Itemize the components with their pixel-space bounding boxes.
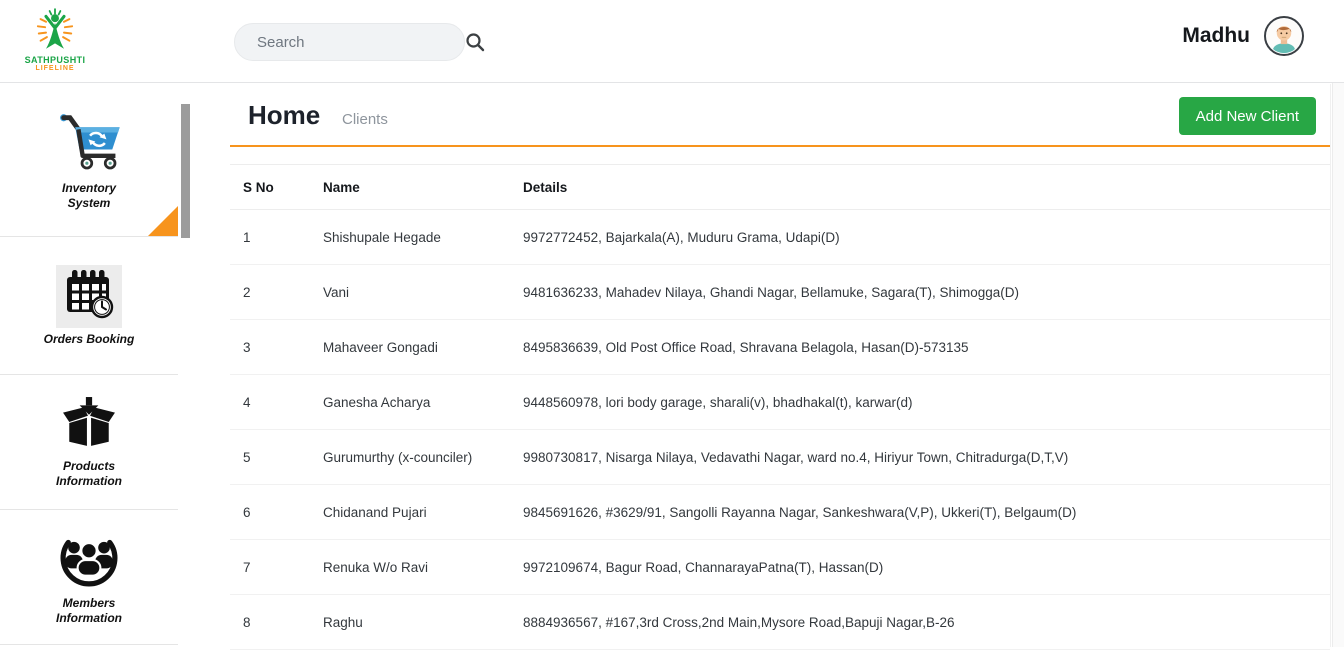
search-bar	[234, 23, 465, 61]
user-avatar[interactable]	[1264, 16, 1304, 56]
cell-sno: 1	[230, 210, 310, 265]
table-row[interactable]: 5 Gurumurthy (x-counciler) 9980730817, N…	[230, 430, 1330, 485]
cell-details: 9448560978, lori body garage, sharali(v)…	[510, 375, 1330, 430]
cell-name: Gurumurthy (x-counciler)	[310, 430, 510, 485]
cell-name: Chidanand Pujari	[310, 485, 510, 540]
cell-details: 8495836639, Old Post Office Road, Shrava…	[510, 320, 1330, 375]
cell-details: 9845691626, #3629/91, Sangolli Rayanna N…	[510, 485, 1330, 540]
cell-sno: 6	[230, 485, 310, 540]
cell-sno: 4	[230, 375, 310, 430]
top-bar: SATHPUSHTI LIFELINE Madhu	[0, 0, 1344, 83]
orders-calendar-icon	[56, 265, 122, 328]
cell-name: Renuka W/o Ravi	[310, 540, 510, 595]
sidebar-item-label: Members Information	[39, 596, 139, 626]
brand-tagline: LIFELINE	[20, 65, 90, 72]
table-header-row: S No Name Details	[230, 165, 1330, 210]
sidebar-item-orders-booking[interactable]: Orders Booking	[0, 237, 178, 375]
brand-logo[interactable]: SATHPUSHTI LIFELINE	[20, 6, 90, 72]
cell-sno: 2	[230, 265, 310, 320]
cell-details: 9972772452, Bajarkala(A), Muduru Grama, …	[510, 210, 1330, 265]
cell-details: 9972109674, Bagur Road, ChannarayaPatna(…	[510, 540, 1330, 595]
cell-sno: 7	[230, 540, 310, 595]
column-header-name: Name	[310, 165, 510, 210]
sidebar-item-members-information[interactable]: Members Information	[0, 510, 178, 645]
clients-table: S No Name Details 1 Shishupale Hegade 99…	[230, 164, 1330, 650]
sidebar-item-products-information[interactable]: Products Information	[0, 375, 178, 510]
table-row[interactable]: 7 Renuka W/o Ravi 9972109674, Bagur Road…	[230, 540, 1330, 595]
cell-sno: 5	[230, 430, 310, 485]
products-box-icon	[55, 396, 123, 455]
cell-name: Ganesha Acharya	[310, 375, 510, 430]
sathpushti-logo-icon	[28, 39, 82, 56]
column-header-details: Details	[510, 165, 1330, 210]
user-menu[interactable]: Madhu	[1182, 16, 1304, 56]
cell-details: 9980730817, Nisarga Nilaya, Vedavathi Na…	[510, 430, 1330, 485]
sidebar-item-inventory-system[interactable]: Inventory System	[0, 84, 178, 237]
brand-name: SATHPUSHTI	[20, 55, 90, 65]
content-header: Home Clients Add New Client	[230, 84, 1330, 147]
active-indicator-triangle	[148, 206, 178, 236]
sidebar-item-label: Products Information	[39, 459, 139, 489]
search-icon[interactable]	[464, 31, 486, 53]
members-people-icon	[56, 529, 122, 592]
add-new-client-button[interactable]: Add New Client	[1179, 97, 1316, 135]
cell-name: Raghu	[310, 595, 510, 650]
cell-sno: 8	[230, 595, 310, 650]
sidebar-item-label: Orders Booking	[39, 332, 139, 347]
sidebar-item-label: Inventory System	[39, 181, 139, 211]
main-content: Home Clients Add New Client S No Name De…	[230, 84, 1331, 647]
column-header-sno: S No	[230, 165, 310, 210]
cell-name: Mahaveer Gongadi	[310, 320, 510, 375]
table-row[interactable]: 3 Mahaveer Gongadi 8495836639, Old Post …	[230, 320, 1330, 375]
page-title: Home	[248, 100, 320, 131]
sidebar: Inventory System Orders Booking	[0, 84, 178, 647]
table-row[interactable]: 6 Chidanand Pujari 9845691626, #3629/91,…	[230, 485, 1330, 540]
cell-details: 9481636233, Mahadev Nilaya, Ghandi Nagar…	[510, 265, 1330, 320]
table-row[interactable]: 1 Shishupale Hegade 9972772452, Bajarkal…	[230, 210, 1330, 265]
cell-sno: 3	[230, 320, 310, 375]
sidebar-scrollbar-thumb[interactable]	[181, 104, 190, 238]
table-row[interactable]: 4 Ganesha Acharya 9448560978, lori body …	[230, 375, 1330, 430]
search-input[interactable]	[235, 34, 464, 51]
user-name: Madhu	[1182, 24, 1250, 48]
page-scrollbar[interactable]	[1332, 0, 1344, 647]
table-row[interactable]: 8 Raghu 8884936567, #167,3rd Cross,2nd M…	[230, 595, 1330, 650]
breadcrumb: Clients	[342, 111, 388, 128]
cell-details: 8884936567, #167,3rd Cross,2nd Main,Myso…	[510, 595, 1330, 650]
cell-name: Shishupale Hegade	[310, 210, 510, 265]
table-row[interactable]: 2 Vani 9481636233, Mahadev Nilaya, Ghand…	[230, 265, 1330, 320]
inventory-cart-icon	[52, 110, 126, 177]
cell-name: Vani	[310, 265, 510, 320]
